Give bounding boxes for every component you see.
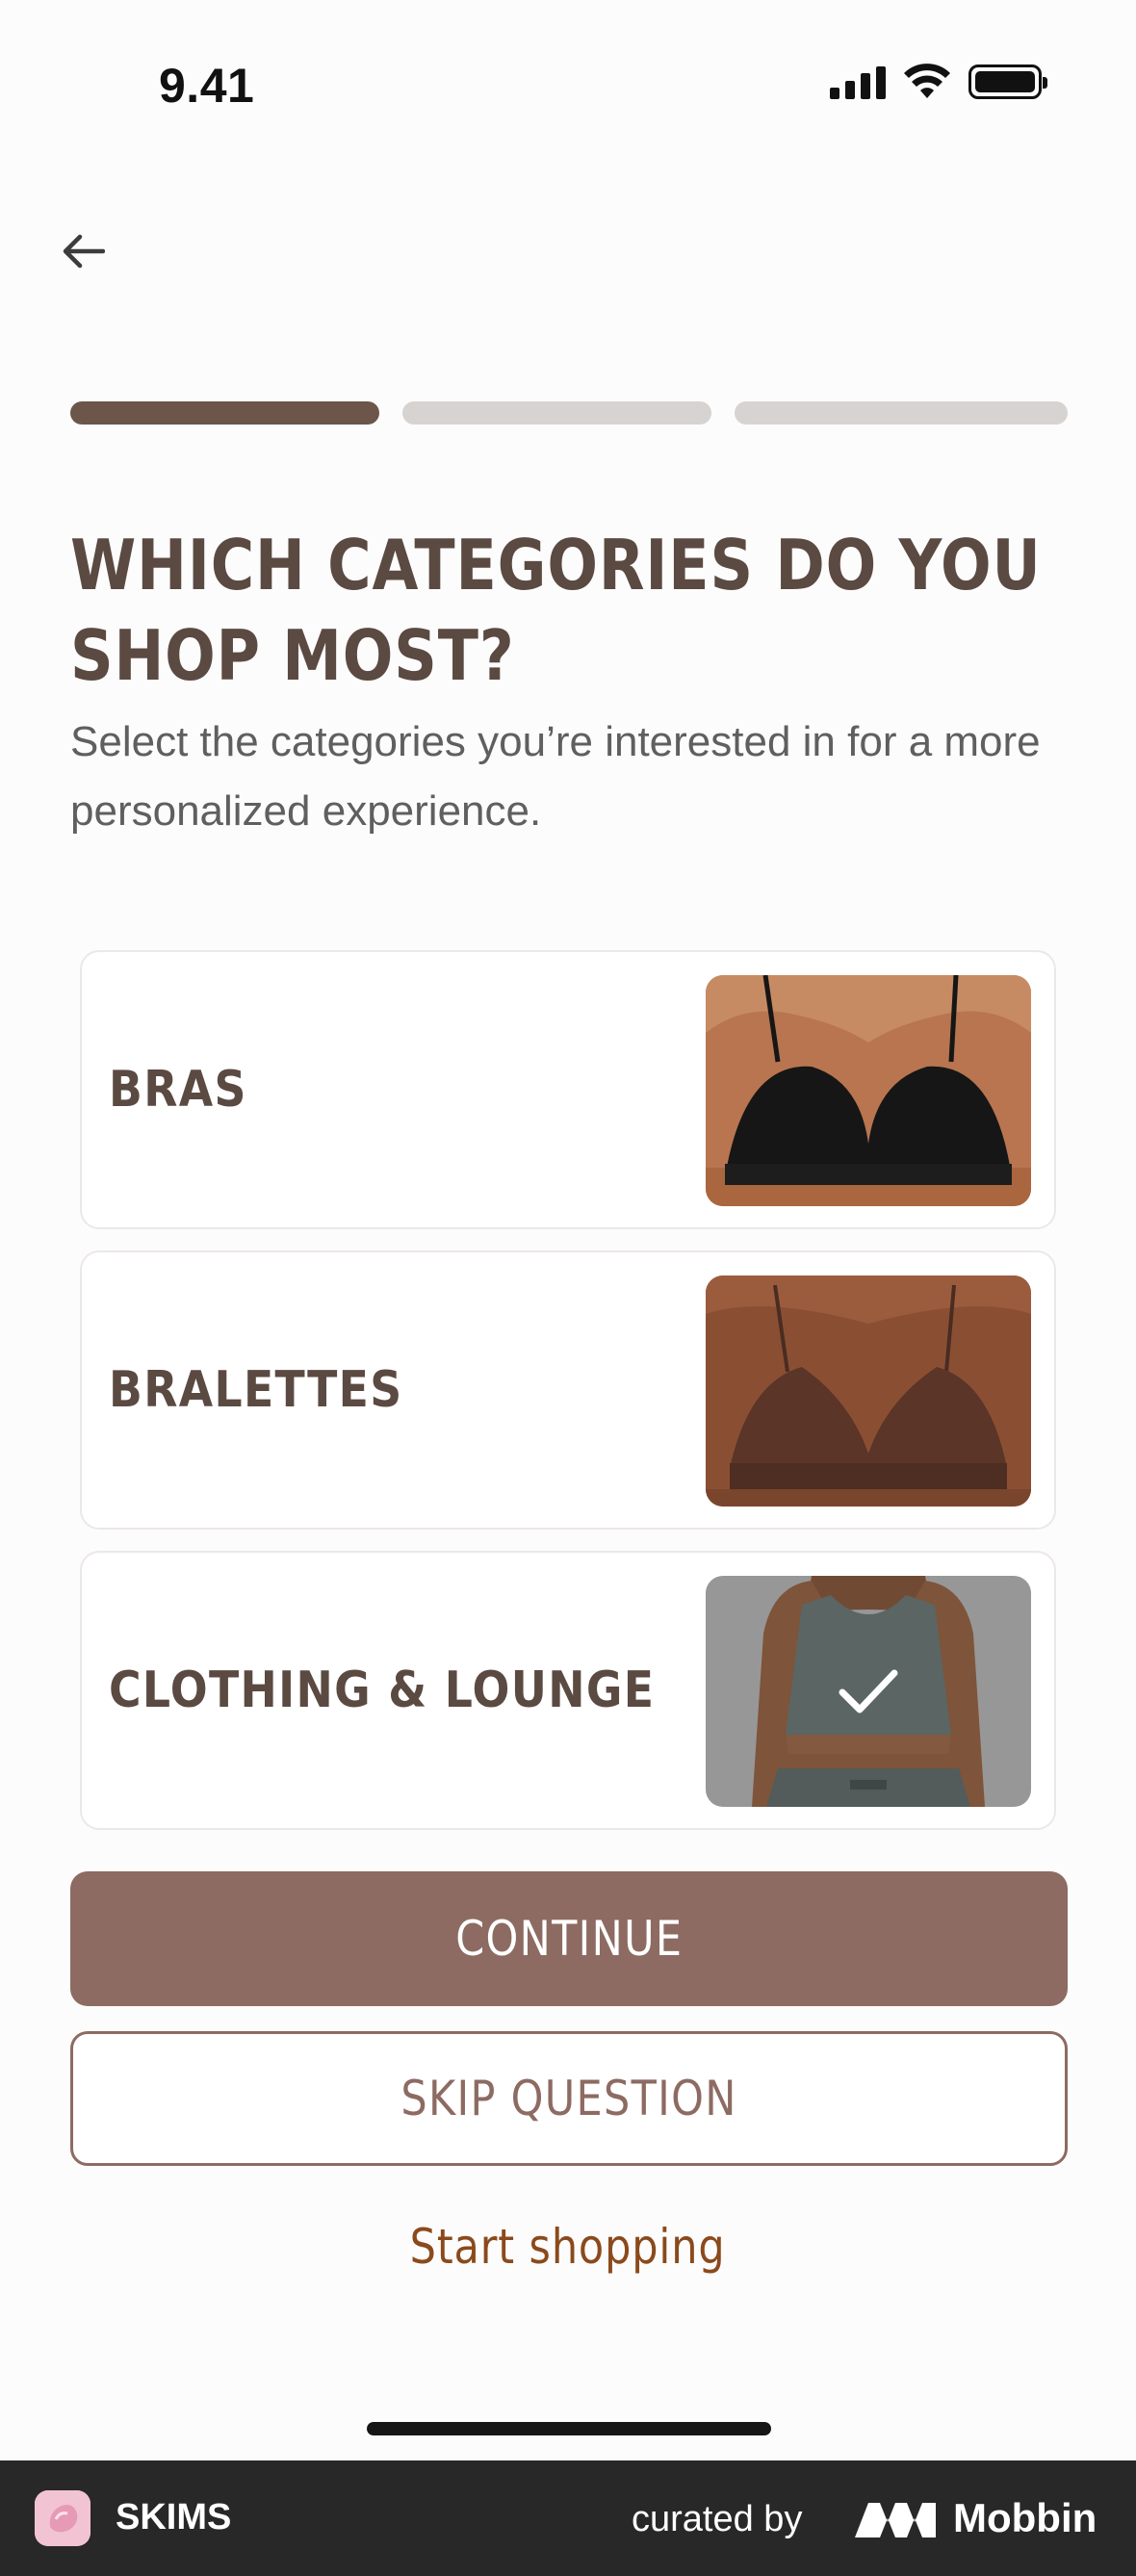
progress-step-2 [402,401,711,425]
attribution-banner: SKIMS curated by Mobbin [0,2460,1136,2576]
wifi-icon [904,64,950,98]
category-card-bras[interactable]: BRAS [80,950,1056,1229]
mobbin-logo-icon [855,2503,936,2537]
progress-step-1 [70,401,379,425]
status-icons [830,64,1047,100]
progress-indicator [70,401,1068,425]
continue-button[interactable]: CONTINUE [70,1871,1068,2006]
category-label: BRALETTES [109,1361,403,1419]
battery-icon [968,64,1047,99]
skip-question-button[interactable]: SKIP QUESTION [70,2031,1068,2166]
category-card-bralettes[interactable]: BRALETTES [80,1250,1056,1530]
category-label: BRAS [109,1061,247,1119]
back-button[interactable] [54,225,112,277]
page-title: WHICH CATEGORIES DO YOU SHOP MOST? [70,520,1064,701]
category-label: CLOTHING & LOUNGE [109,1662,656,1719]
app-name: SKIMS [116,2497,232,2537]
curated-by-label: curated by [632,2499,803,2539]
page-subtitle: Select the categories you’re interested … [70,718,1041,835]
title-line-1: WHICH CATEGORIES DO YOU [70,525,1042,605]
mobbin-brand-name: Mobbin [953,2495,1097,2540]
onboarding-screen: 9.41 WHICH CATEGORIES DO YOU SHOP MOST? … [0,0,1136,2460]
skims-app-logo [35,2490,90,2546]
checkmark-icon [839,1669,898,1713]
category-image-bras [706,975,1031,1206]
status-time: 9.41 [159,59,255,113]
progress-step-3 [735,401,1068,425]
title-line-2: SHOP MOST? [70,615,515,696]
category-image-clothing-lounge [706,1576,1031,1807]
arrow-left-icon [63,234,105,269]
skip-label: SKIP QUESTION [400,2071,737,2126]
cellular-signal-icon [830,64,886,99]
category-card-clothing-lounge[interactable]: CLOTHING & LOUNGE [80,1551,1056,1830]
continue-label: CONTINUE [454,1911,684,1967]
start-shopping-label: Start shopping [410,2219,726,2275]
start-shopping-link[interactable]: Start shopping [0,2219,1136,2275]
category-image-bralettes [706,1275,1031,1507]
home-indicator[interactable] [367,2422,771,2435]
